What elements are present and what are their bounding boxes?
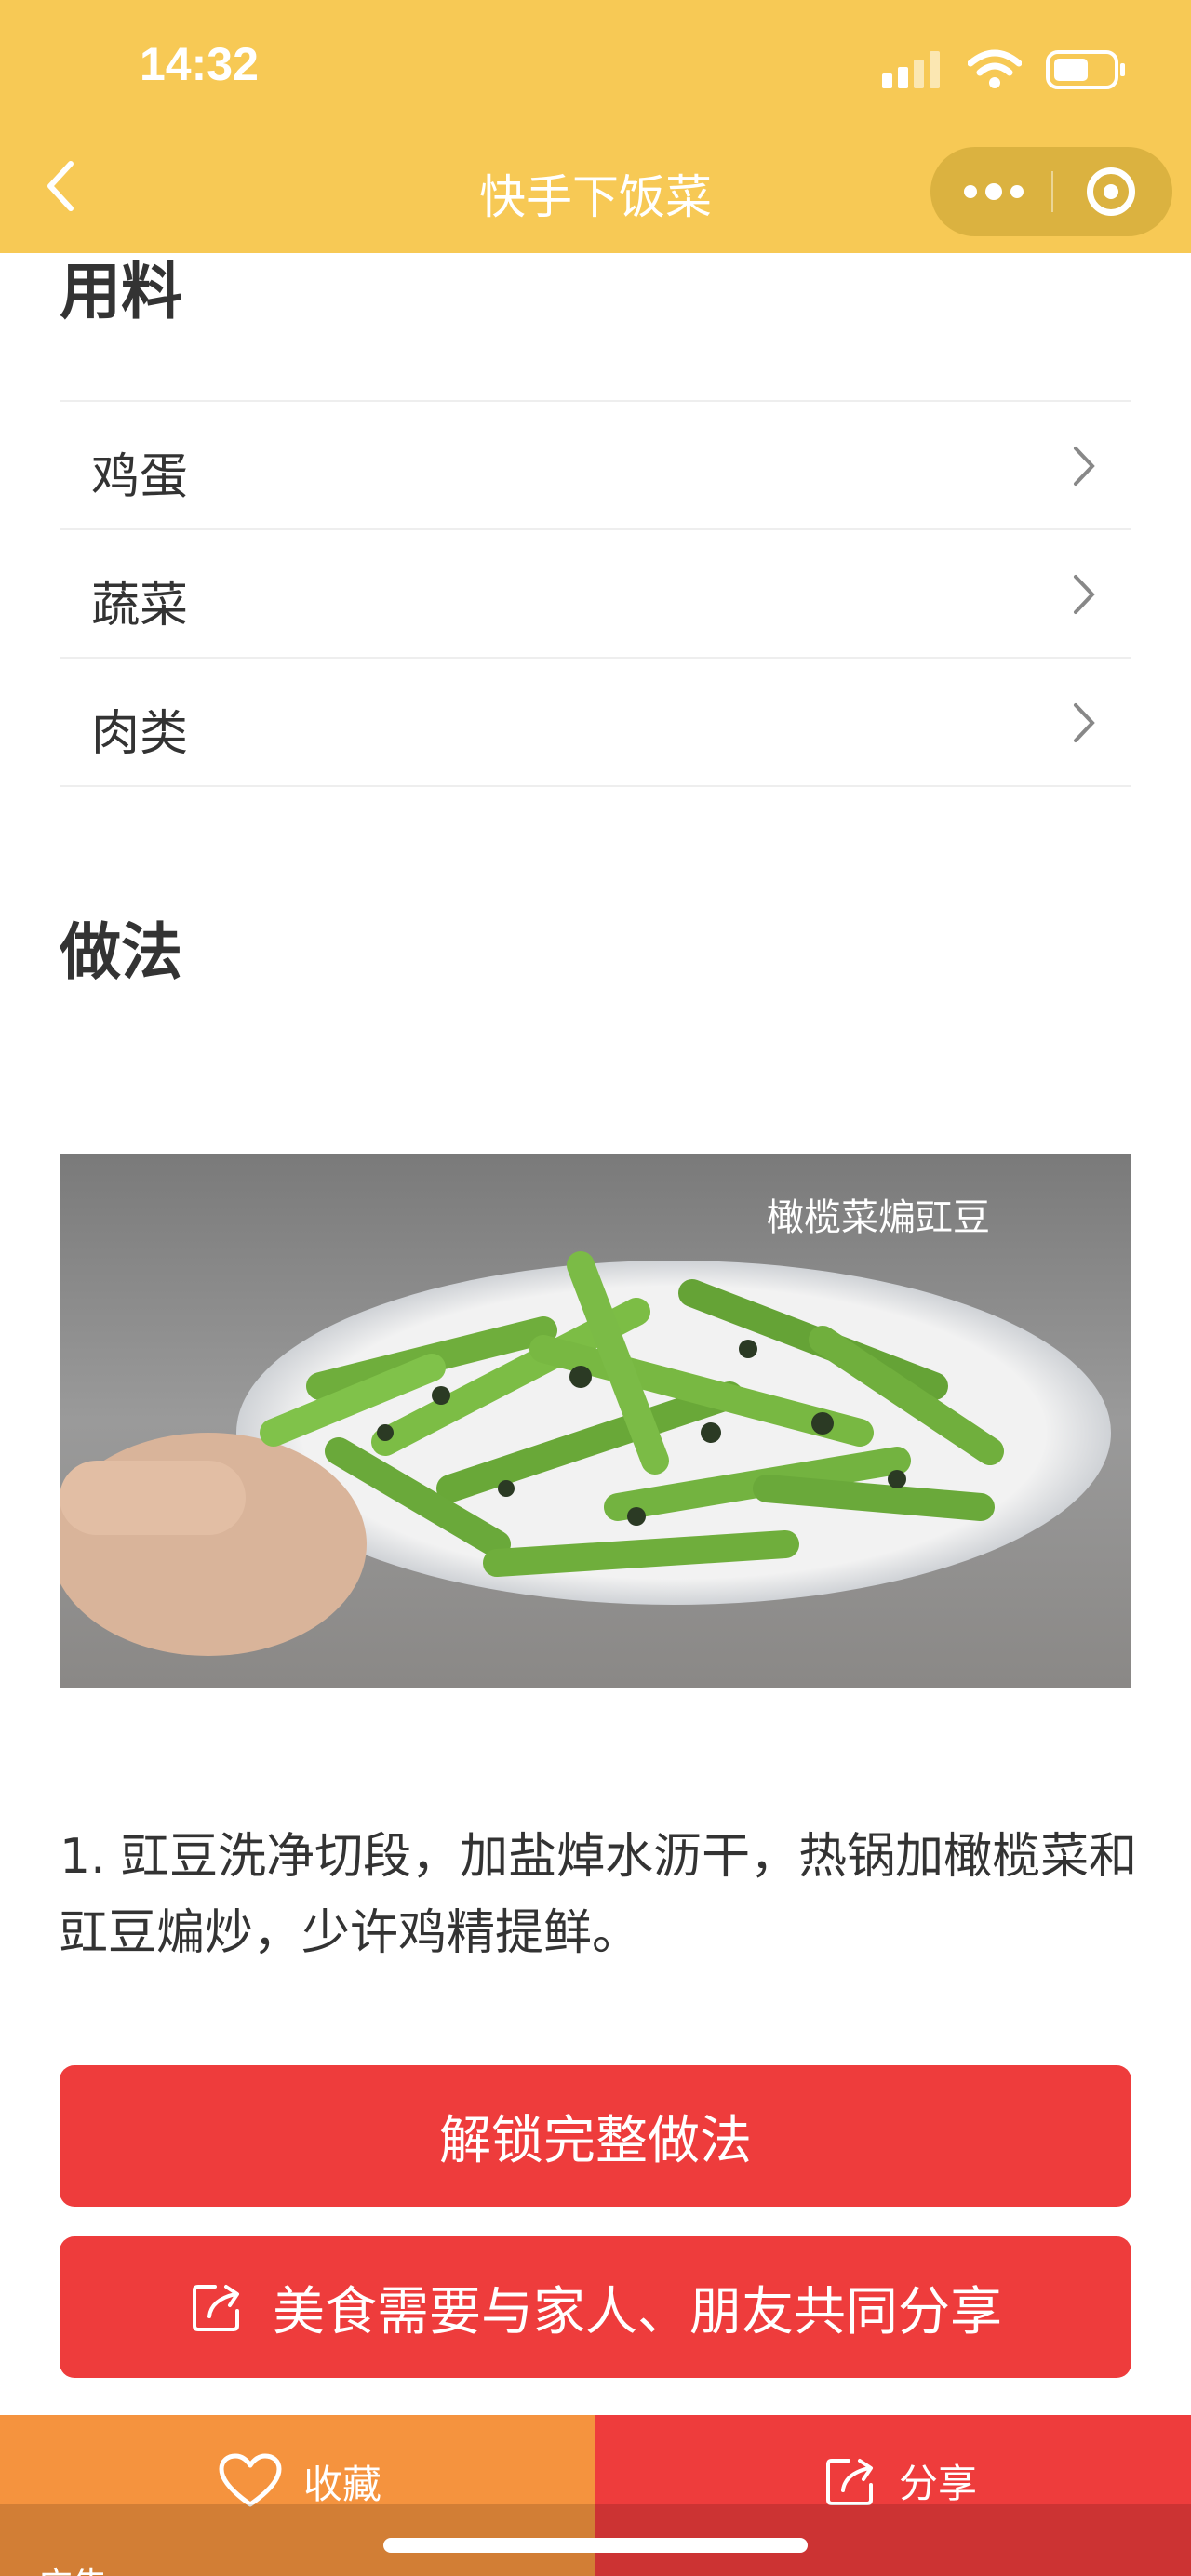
ingredient-label: 蔬菜 <box>91 578 189 634</box>
share-icon <box>826 2458 873 2505</box>
ingredient-label: 鸡蛋 <box>91 449 189 505</box>
ingredient-list: 鸡蛋 蔬菜 肉类 <box>60 400 1131 787</box>
more-icon[interactable] <box>964 182 1024 201</box>
chevron-right-icon <box>1074 575 1095 614</box>
share-icon <box>193 2285 239 2331</box>
step-1-text: 1. 豇豆洗净切段，加盐焯水沥干，热锅加橄榄菜和豇豆煸炒，少许鸡精提鲜。 <box>60 1829 1138 1961</box>
ingredient-item-vegetable[interactable]: 蔬菜 <box>60 530 1131 659</box>
chevron-right-icon <box>1074 447 1095 486</box>
home-indicator <box>383 2538 808 2553</box>
photo-caption: 橄榄菜煸豇豆 <box>767 1196 990 1239</box>
favorite-label: 收藏 <box>303 2461 382 2507</box>
unlock-button-label: 解锁完整做法 <box>439 2110 752 2171</box>
dish-image: 橄榄菜煸豇豆 <box>60 1154 1131 1688</box>
status-time: 14:32 <box>140 38 259 90</box>
ingredient-label: 肉类 <box>91 706 189 762</box>
method-title: 做法 <box>60 916 182 988</box>
share-label: 分享 <box>899 2461 978 2506</box>
heart-icon <box>219 2453 282 2507</box>
chevron-right-icon <box>1074 703 1095 742</box>
capsule-divider <box>1051 171 1053 212</box>
share-button-label: 美食需要与家人、朋友共同分享 <box>273 2281 1002 2342</box>
ad-label: 广告 <box>37 2556 108 2576</box>
page-title: 快手下饭菜 <box>479 170 712 224</box>
share-with-family-button[interactable]: 美食需要与家人、朋友共同分享 <box>60 2236 1131 2378</box>
battery-icon <box>1046 50 1125 89</box>
miniapp-capsule <box>930 147 1172 236</box>
unlock-full-recipe-button[interactable]: 解锁完整做法 <box>60 2065 1131 2207</box>
ingredient-item-meat[interactable]: 肉类 <box>60 659 1131 787</box>
wifi-icon <box>968 49 1022 88</box>
signal-icon <box>882 51 940 88</box>
ingredient-item-egg[interactable]: 鸡蛋 <box>60 402 1131 530</box>
status-icons <box>882 47 1128 93</box>
ingredients-title: 用料 <box>60 256 182 327</box>
back-icon[interactable] <box>39 158 82 214</box>
top-bar: 14:32 快手下饭菜 <box>0 0 1191 253</box>
close-miniapp-icon[interactable] <box>1087 167 1135 216</box>
recipe-photo: 橄榄菜煸豇豆 <box>60 1154 1131 1688</box>
